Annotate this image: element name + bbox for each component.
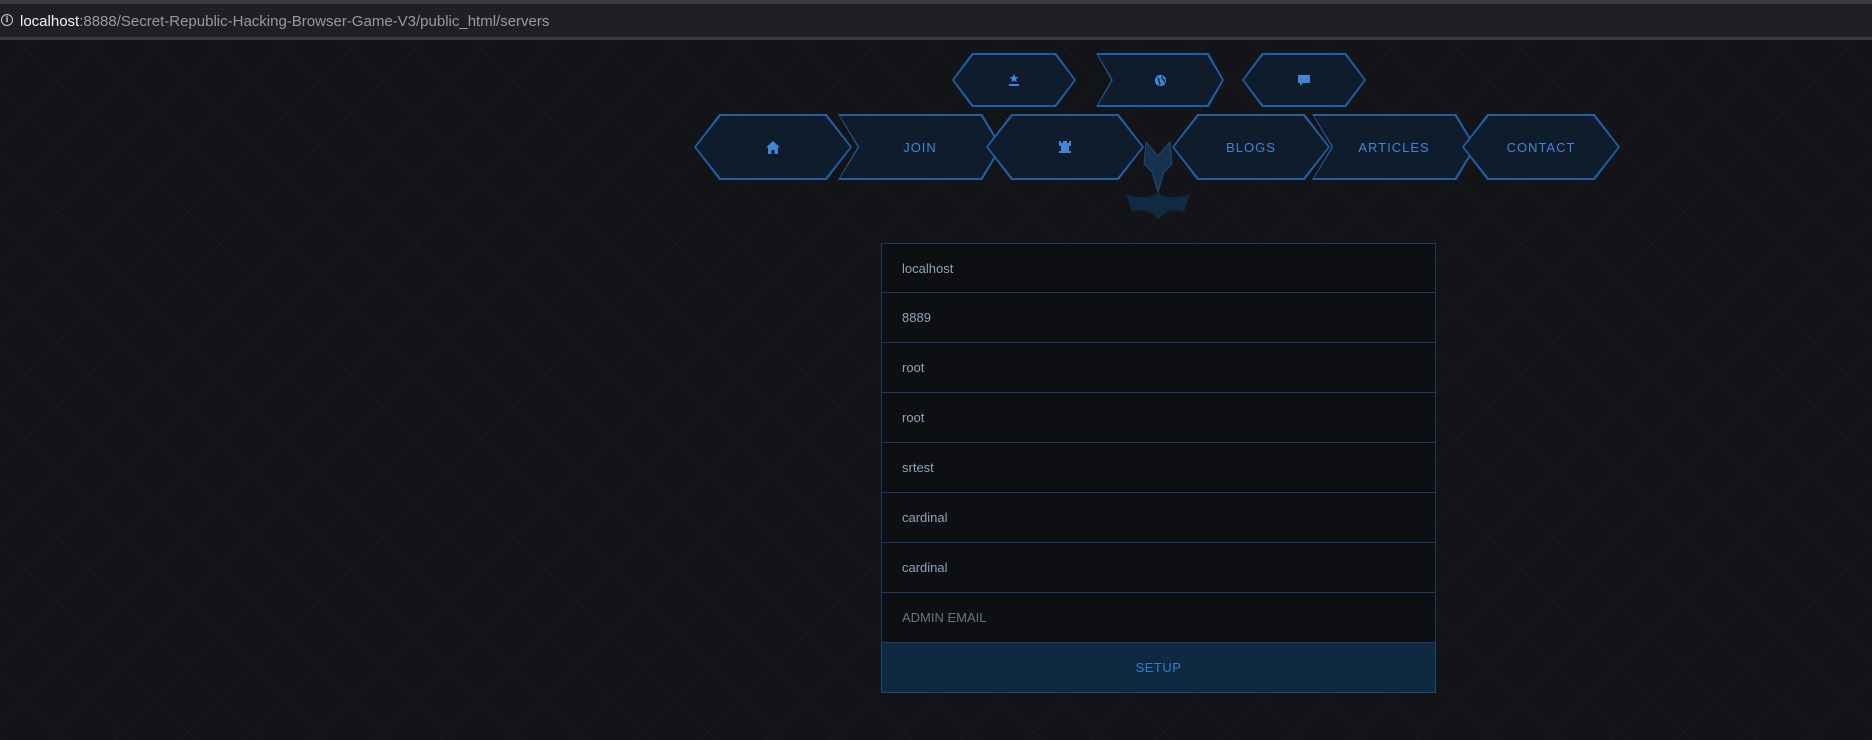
browser-address-bar[interactable]: i localhost:8888/Secret-Republic-Hacking… xyxy=(0,0,1872,40)
chat-icon xyxy=(1298,74,1310,86)
globe-icon xyxy=(1154,74,1166,86)
nav-join-label: JOIN xyxy=(840,116,1000,178)
port-field[interactable] xyxy=(881,293,1436,343)
site-info-icon[interactable]: i xyxy=(1,14,13,26)
db-user-field[interactable] xyxy=(881,343,1436,393)
nav-chat-button[interactable] xyxy=(1242,53,1366,107)
admin-email-field[interactable] xyxy=(881,593,1436,643)
nav-contact-label: CONTACT xyxy=(1464,116,1618,178)
setup-button[interactable]: SETUP xyxy=(881,643,1436,693)
url-text[interactable]: localhost:8888/Secret-Republic-Hacking-B… xyxy=(20,13,549,30)
nav-blogs-button[interactable]: BLOGS xyxy=(1172,114,1330,180)
rank-icon xyxy=(1009,74,1019,86)
nav-castle-button[interactable] xyxy=(986,114,1144,180)
nav-blogs-label: BLOGS xyxy=(1174,116,1328,178)
home-icon xyxy=(766,140,780,154)
nav-home-button[interactable] xyxy=(694,114,852,180)
nav-join-button[interactable]: JOIN xyxy=(838,114,1002,180)
admin-username-field[interactable] xyxy=(881,493,1436,543)
db-password-field[interactable] xyxy=(881,393,1436,443)
nav-rank-button[interactable] xyxy=(952,53,1076,107)
nav-world-button[interactable] xyxy=(1096,53,1224,107)
nav-articles-label: ARTICLES xyxy=(1314,116,1474,178)
url-path: :8888/Secret-Republic-Hacking-Browser-Ga… xyxy=(79,13,550,30)
admin-password-field[interactable] xyxy=(881,543,1436,593)
host-field[interactable] xyxy=(881,243,1436,293)
nav-contact-button[interactable]: CONTACT xyxy=(1462,114,1620,180)
server-setup-form: SETUP xyxy=(881,243,1436,693)
url-host: localhost xyxy=(20,13,80,30)
page-content: JOIN BLOGS ARTICLES CONTACT SETUP xyxy=(0,40,1872,740)
castle-icon xyxy=(1059,141,1071,153)
nav-articles-button[interactable]: ARTICLES xyxy=(1312,114,1476,180)
database-name-field[interactable] xyxy=(881,443,1436,493)
